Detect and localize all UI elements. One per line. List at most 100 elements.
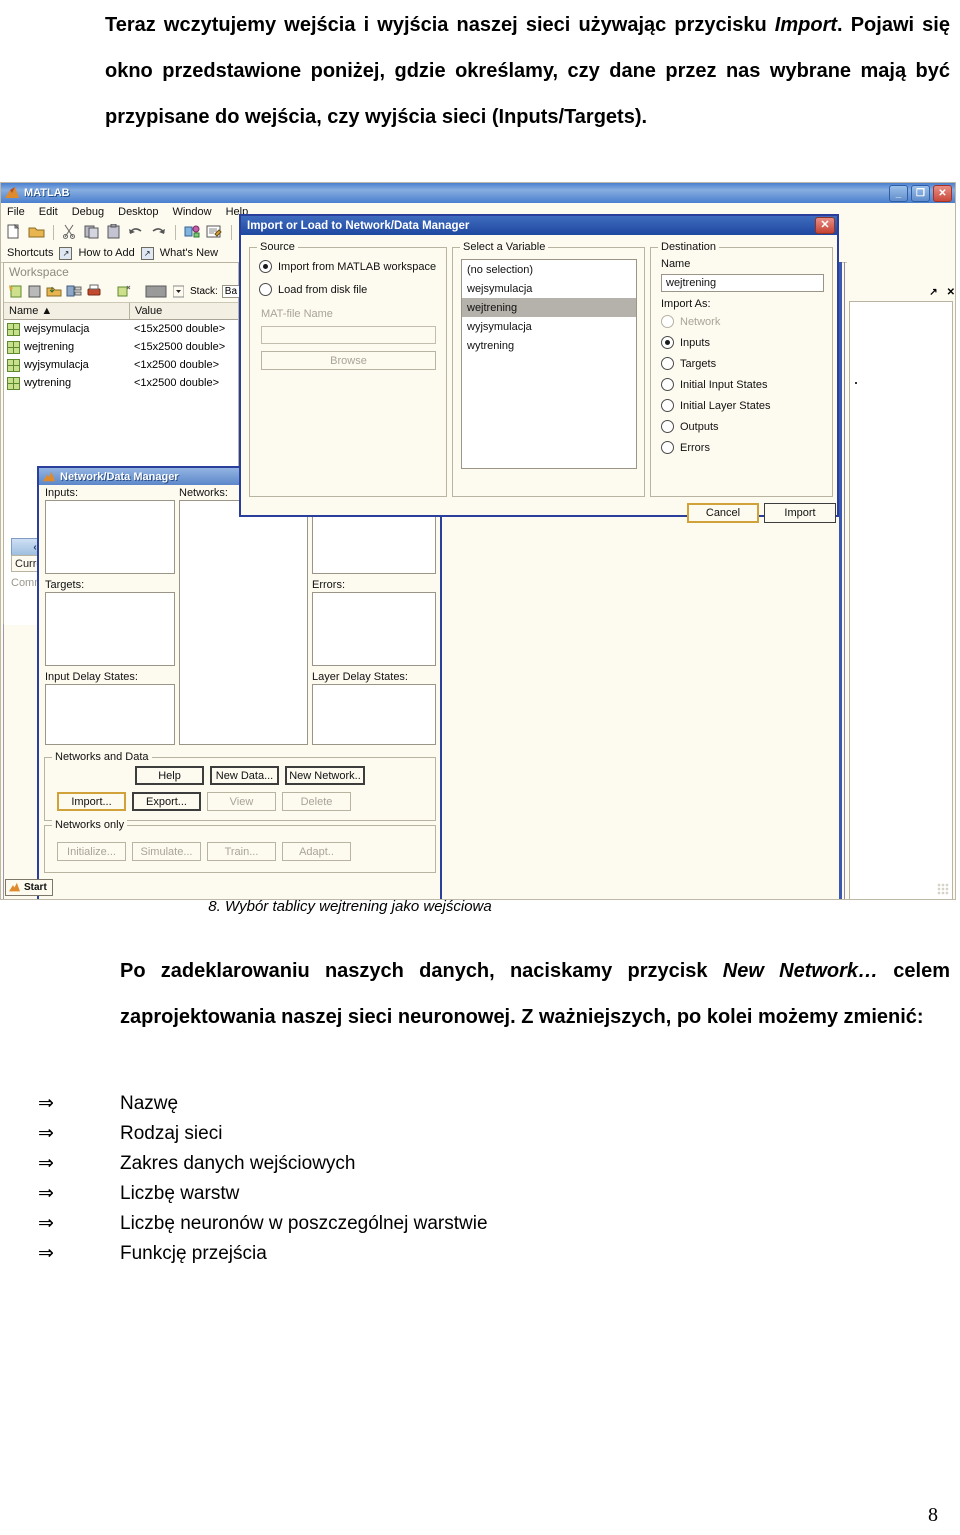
clear-workspace-icon[interactable] <box>116 284 131 300</box>
new-variable-icon[interactable] <box>8 284 23 300</box>
undo-icon[interactable] <box>128 224 145 240</box>
table-row[interactable]: wytrening <1x2500 double> <box>4 374 238 392</box>
new-network-button[interactable]: New Network.. <box>285 766 365 785</box>
adapt-button: Adapt.. <box>282 842 351 861</box>
plot-selector-icon[interactable] <box>145 284 169 300</box>
editor-icon[interactable] <box>206 224 223 240</box>
arrow-icon: ⇒ <box>38 1093 54 1114</box>
page-number: 8 <box>928 1504 938 1526</box>
arrow-icon: ⇒ <box>38 1213 54 1234</box>
redo-icon[interactable] <box>150 224 167 240</box>
shortcut-whats-new[interactable]: What's New <box>160 247 218 259</box>
print-icon[interactable] <box>86 284 102 300</box>
radio-outputs[interactable]: Outputs <box>661 420 719 433</box>
name-label: Name <box>661 258 691 270</box>
destination-name-input[interactable]: wejtrening <box>661 274 824 292</box>
radio-label: Errors <box>680 441 710 454</box>
list-item[interactable]: (no selection) <box>462 260 636 279</box>
dialog-title-bar[interactable]: Import or Load to Network/Data Manager ✕ <box>241 216 837 235</box>
open-folder-icon[interactable] <box>28 224 45 240</box>
list-item[interactable]: wyjsymulacja <box>462 317 636 336</box>
radio-targets[interactable]: Targets <box>661 357 716 370</box>
stack-value[interactable]: Ba <box>221 285 241 298</box>
matfile-name-input[interactable] <box>261 326 436 344</box>
radio-inputs[interactable]: Inputs <box>661 336 710 349</box>
inputs-listbox[interactable] <box>45 500 175 574</box>
menu-item-debug[interactable]: Debug <box>72 206 104 218</box>
list-item[interactable]: wytrening <box>462 336 636 355</box>
copy-icon[interactable] <box>84 224 101 240</box>
import-data-icon[interactable] <box>46 284 62 300</box>
resize-grip[interactable] <box>937 883 949 895</box>
import-button[interactable]: Import... <box>57 792 126 811</box>
errors-listbox[interactable] <box>312 592 436 666</box>
minimize-button[interactable]: _ <box>889 185 908 202</box>
save-workspace-icon[interactable] <box>66 284 82 300</box>
table-row[interactable]: wejtrening <15x2500 double> <box>4 338 238 356</box>
undock-icon[interactable]: ↗ <box>929 287 937 298</box>
plot-dropdown-icon[interactable] <box>172 284 185 300</box>
list-item[interactable]: wejsymulacja <box>462 279 636 298</box>
table-row[interactable]: wyjsymulacja <1x2500 double> <box>4 356 238 374</box>
right-panel-content <box>849 301 953 899</box>
radio-label: Outputs <box>680 420 719 433</box>
menu-item-edit[interactable]: Edit <box>39 206 58 218</box>
dialog-close-icon[interactable]: ✕ <box>815 217 835 234</box>
matrix-icon <box>7 340 20 354</box>
shortcut-arrow-icon-2[interactable]: ↗ <box>140 246 154 260</box>
close-panel-icon[interactable]: ✕ <box>947 287 955 298</box>
list-item: ⇒ Liczbę warstw <box>30 1182 730 1212</box>
maximize-button[interactable]: ❐ <box>911 185 930 202</box>
table-row[interactable]: wejsymulacja <15x2500 double> <box>4 320 238 338</box>
start-button[interactable]: Start <box>5 879 53 896</box>
variable-name: wyjsymulacja <box>24 359 89 371</box>
right-panel-header <box>847 262 955 285</box>
menu-item-desktop[interactable]: Desktop <box>118 206 158 218</box>
list-item-selected[interactable]: wejtrening <box>462 298 636 317</box>
column-name[interactable]: Name ▲ <box>4 303 130 319</box>
close-button[interactable]: ✕ <box>933 185 952 202</box>
toolbar-separator-2 <box>175 224 176 240</box>
open-variable-icon[interactable] <box>27 284 42 300</box>
column-value[interactable]: Value <box>130 303 238 319</box>
train-button: Train... <box>207 842 276 861</box>
variable-listbox[interactable]: (no selection) wejsymulacja wejtrening w… <box>461 259 637 469</box>
cancel-button[interactable]: Cancel <box>687 503 759 523</box>
radio-import-from-workspace[interactable]: Import from MATLAB workspace <box>259 260 436 273</box>
radio-initial-input-states[interactable]: Initial Input States <box>661 378 767 391</box>
initialize-button: Initialize... <box>57 842 126 861</box>
radio-load-from-disk[interactable]: Load from disk file <box>259 283 367 296</box>
list-item: ⇒ Liczbę neuronów w poszczególnej warstw… <box>30 1212 730 1242</box>
shortcut-arrow-icon[interactable]: ↗ <box>59 246 73 260</box>
networks-listbox[interactable] <box>179 500 308 745</box>
destination-group: Destination Name wejtrening Import As: N… <box>650 241 833 497</box>
radio-dot-icon <box>661 378 674 391</box>
radio-initial-layer-states[interactable]: Initial Layer States <box>661 399 771 412</box>
input-delay-states-listbox[interactable] <box>45 684 175 745</box>
export-button[interactable]: Export... <box>132 792 201 811</box>
cut-icon[interactable] <box>62 224 79 240</box>
toolbar-separator-3 <box>231 224 232 240</box>
body-paragraph: Po zadeklarowaniu naszych danych, nacisk… <box>120 960 951 1028</box>
arrow-icon: ⇒ <box>38 1123 54 1144</box>
matfile-name-label: MAT-file Name <box>261 308 333 320</box>
shortcut-how-to-add[interactable]: How to Add <box>78 247 134 259</box>
new-file-icon[interactable] <box>6 223 23 240</box>
input-delay-states-label: Input Delay States: <box>45 671 138 683</box>
simulink-icon[interactable] <box>184 224 201 240</box>
variable-value: <1x2500 double> <box>134 377 220 389</box>
targets-listbox[interactable] <box>45 592 175 666</box>
help-button[interactable]: Help <box>135 766 204 785</box>
layer-delay-states-listbox[interactable] <box>312 684 436 745</box>
dialog-title-text: Import or Load to Network/Data Manager <box>247 219 470 232</box>
delete-button: Delete <box>282 792 351 811</box>
matlab-screenshot: MATLAB _ ❐ ✕ File Edit Debug Desktop Win… <box>0 182 956 900</box>
dialog-import-button[interactable]: Import <box>764 503 836 523</box>
networks-only-group: Networks only Initialize... Simulate... … <box>44 819 436 873</box>
menu-item-file[interactable]: File <box>7 206 25 218</box>
workspace-column-headers: Name ▲ Value <box>4 303 238 320</box>
paste-icon[interactable] <box>106 223 123 240</box>
menu-item-window[interactable]: Window <box>172 206 211 218</box>
new-data-button[interactable]: New Data... <box>210 766 279 785</box>
radio-errors[interactable]: Errors <box>661 441 710 454</box>
